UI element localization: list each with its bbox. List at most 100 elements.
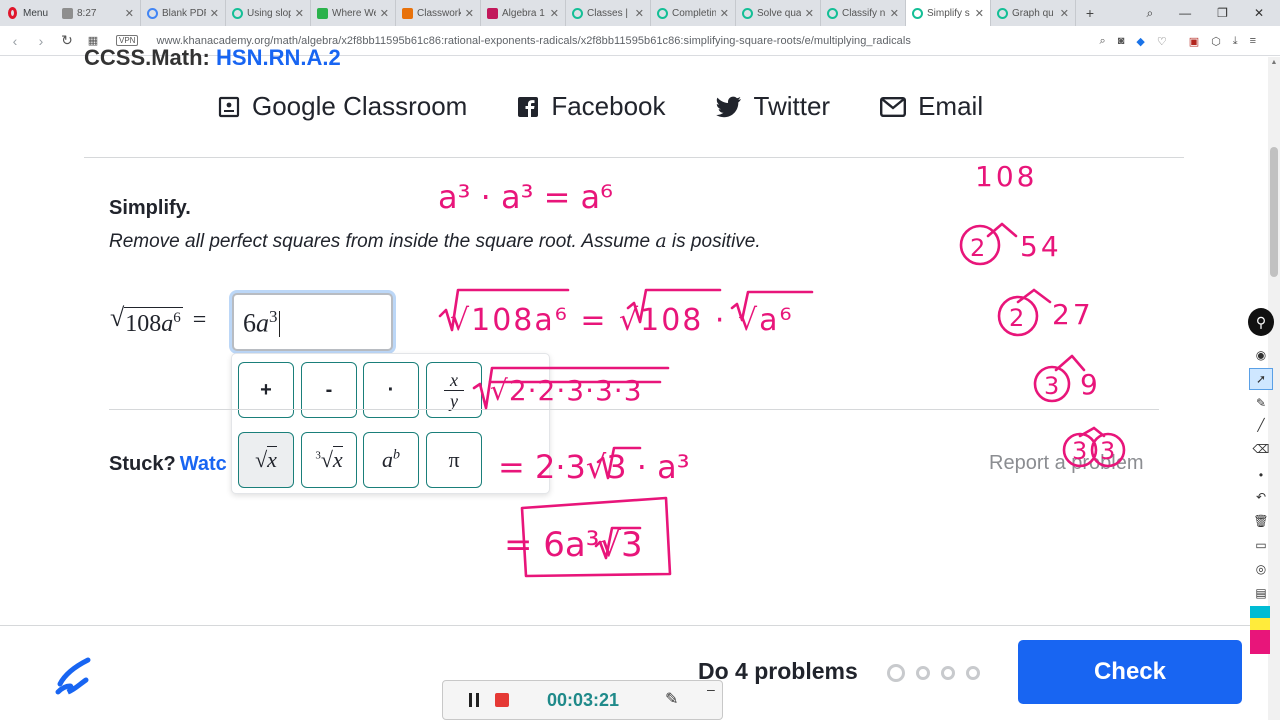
extension-icon[interactable]: ▣ [1189,35,1199,48]
tab-favicon-icon [487,7,498,19]
window-controls: ⌕ — ❐ ✕ [1146,0,1280,26]
trash-icon[interactable]: 🗑 [1249,510,1273,532]
twitter-icon [715,96,741,117]
khan-exercise-page: CCSS.Math: HSN.RN.A.2 Google Classroom F… [0,45,1268,720]
close-tab-icon[interactable]: ✕ [380,7,389,20]
google-classroom-icon [218,96,240,117]
restore-icon[interactable]: ❐ [1217,6,1228,20]
standards-code[interactable]: HSN.RN.A.2 [216,45,341,70]
more-icon[interactable]: ≡ [1250,35,1256,47]
report-problem-link[interactable]: Report a problem [989,452,1144,475]
color-swatch-cyan[interactable] [1250,606,1270,618]
annotation-app-icon[interactable]: ⚲ [1248,308,1274,336]
close-tab-icon[interactable]: ✕ [465,7,474,20]
close-tab-icon[interactable]: ✕ [1060,7,1069,20]
share-google-classroom-button[interactable]: Google Classroom [218,91,467,122]
tab-1[interactable]: 8:27 ✕ [56,0,141,26]
tab-favicon-icon [402,7,413,19]
email-icon [880,96,907,117]
tab-2[interactable]: Blank PDF ✕ [141,0,226,26]
search-tabs-icon[interactable]: ⌕ [1146,6,1153,21]
text-caret [278,310,280,337]
eye-icon[interactable]: ◉ [1249,344,1273,366]
tab-12[interactable]: Graph qu ✕ [991,0,1076,26]
divider [109,409,1159,410]
tab-8[interactable]: Completin ✕ [651,0,736,26]
address-bar-icons: ⌕ ◙ ◆ ♡ ▣ ⬡ ⤓ ≡ [1100,26,1256,56]
key-square-root[interactable]: √x [238,432,294,488]
back-icon[interactable]: ‹ [2,33,28,49]
close-tab-icon[interactable]: ✕ [125,7,134,20]
search-icon[interactable]: ⌕ [1100,35,1106,48]
instruction-prefix: Remove all perfect squares from inside t… [109,231,656,252]
close-tab-icon[interactable]: ✕ [550,7,559,20]
minimize-recorder-icon[interactable]: – [707,681,715,697]
answer-input[interactable]: 6a3 [232,293,393,351]
tab-3[interactable]: Using slop ✕ [226,0,311,26]
clipboard-icon[interactable]: ▤ [1249,582,1273,604]
tab-10[interactable]: Classify nu✕ [821,0,906,26]
shield-icon[interactable]: ◆ [1136,35,1144,48]
whiteboard-icon[interactable]: ▭ [1249,534,1273,556]
minimize-icon[interactable]: — [1179,6,1191,20]
check-button[interactable]: Check [1018,640,1242,704]
pen-icon[interactable]: ✎ [665,689,678,709]
cbrt-icon: 3√x [315,446,343,472]
close-tab-icon[interactable]: ✕ [975,7,984,20]
stop-icon[interactable] [495,693,509,707]
browser-tab-bar: Menu 8:27 ✕ Blank PDF ✕ Using slop ✕ Where … [0,0,1280,26]
tab-9[interactable]: Solve qua ✕ [736,0,821,26]
dot-size-icon[interactable]: • [1249,464,1273,486]
marker-icon[interactable]: ✎ [1249,392,1273,414]
share-email-button[interactable]: Email [880,91,983,122]
download-icon[interactable]: ⤓ [1233,35,1238,48]
close-tab-icon[interactable]: ✕ [210,7,219,20]
scroll-up-icon[interactable]: ▲ [1268,57,1280,69]
color-swatch-yellow[interactable] [1250,618,1270,630]
browser-menu-button[interactable]: Menu [0,0,56,26]
color-swatch-pink[interactable] [1250,642,1270,654]
close-tab-icon[interactable]: ✕ [890,7,899,20]
line-icon[interactable]: ╱ [1249,414,1273,436]
screenshot-icon[interactable]: ◎ [1249,558,1273,580]
close-tab-icon[interactable]: ✕ [805,7,814,20]
pointer-icon[interactable]: ➚ [1249,368,1273,390]
new-tab-button[interactable]: + [1076,5,1104,21]
fraction-x-icon: x [450,369,458,390]
forward-icon[interactable]: › [28,33,54,49]
tab-favicon-icon [232,7,243,19]
key-cube-root[interactable]: 3√x [301,432,357,488]
watch-video-link[interactable]: Watc [180,453,227,475]
tab-4[interactable]: Where We ✕ [311,0,396,26]
close-tab-icon[interactable]: ✕ [295,7,304,20]
eraser-icon[interactable]: ⌫ [1249,438,1273,460]
radical-icon: √ [110,303,125,332]
scroll-thumb[interactable] [1270,147,1278,277]
tab-6[interactable]: Algebra 1 ✕ [481,0,566,26]
pi-icon: π [448,447,460,472]
heart-icon[interactable]: ♡ [1157,35,1167,48]
progress-dots [887,664,980,682]
close-tab-icon[interactable]: ✕ [720,7,729,20]
tab-7[interactable]: Classes | K✕ [566,0,651,26]
share-facebook-button[interactable]: Facebook [517,91,666,122]
stuck-section: Stuck? Watc [109,453,227,476]
exercise-tool-icon[interactable] [54,656,94,696]
key-exponent[interactable]: ab [363,432,419,488]
color-swatch-magenta[interactable] [1250,630,1270,642]
tab-11[interactable]: Simplify s ✕ [906,0,991,26]
close-window-icon[interactable]: ✕ [1254,6,1264,20]
share-label: Email [918,91,984,121]
undo-icon[interactable]: ↶ [1249,486,1273,508]
cube-icon[interactable]: ⬡ [1211,35,1221,48]
share-twitter-button[interactable]: Twitter [715,91,830,122]
key-pi[interactable]: π [426,432,482,488]
menu-label: Menu [22,7,48,19]
tab-favicon-icon [657,7,668,19]
camera-icon[interactable]: ◙ [1118,35,1125,47]
reload-icon[interactable]: ↻ [54,32,80,49]
close-tab-icon[interactable]: ✕ [635,7,644,20]
pause-icon[interactable] [469,693,479,707]
tab-5[interactable]: Classwork ✕ [396,0,481,26]
color-palette[interactable] [1250,606,1270,654]
